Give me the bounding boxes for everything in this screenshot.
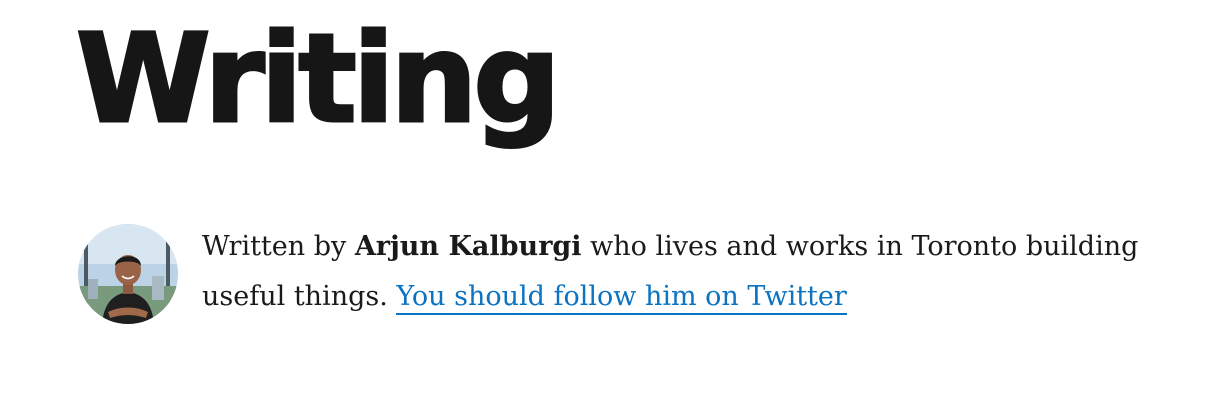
author-name: Arjun Kalburgi: [354, 231, 582, 262]
page-title: Writing: [75, 8, 563, 150]
author-bio: Written by Arjun Kalburgi who lives and …: [78, 224, 1178, 324]
bio-prefix: Written by: [202, 231, 355, 262]
author-photo-icon: [78, 224, 178, 324]
avatar: [78, 224, 178, 324]
twitter-follow-link[interactable]: You should follow him on Twitter: [396, 281, 847, 315]
bio-text: Written by Arjun Kalburgi who lives and …: [202, 222, 1162, 322]
page: Writing Written by Arjun Kalburgi who li…: [0, 0, 1230, 408]
